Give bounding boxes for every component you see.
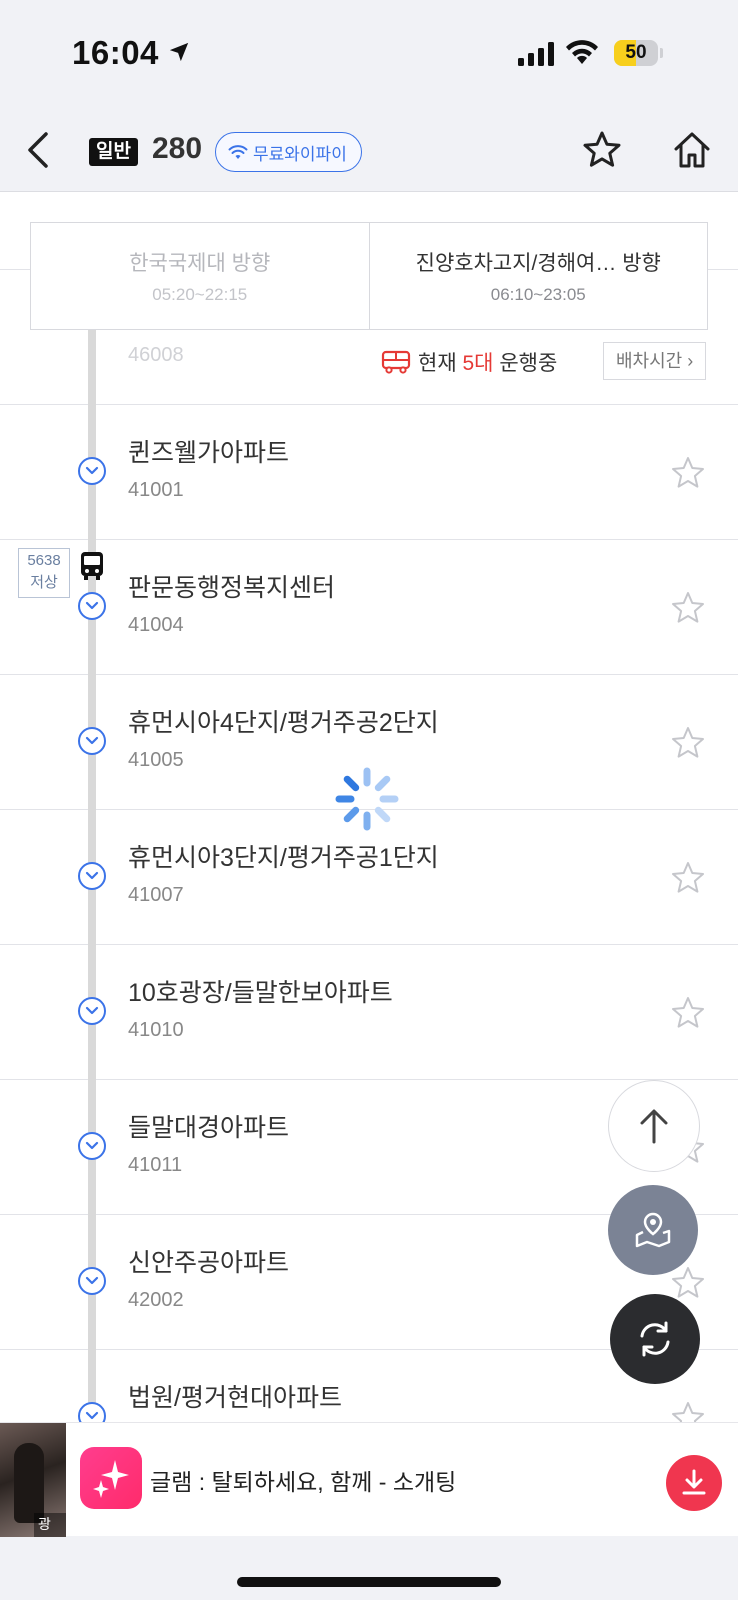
- stop-favorite-star-icon[interactable]: [670, 995, 706, 1031]
- stop-expand-chevron-icon[interactable]: [78, 592, 106, 620]
- stop-favorite-star-icon[interactable]: [670, 860, 706, 896]
- sparkle-app-icon[interactable]: [80, 1447, 142, 1509]
- stop-name: 휴먼시아4단지/평거주공2단지: [128, 709, 439, 737]
- map-pin-icon: [635, 1212, 671, 1248]
- download-button[interactable]: [666, 1455, 722, 1511]
- battery-level-text: 50: [625, 42, 647, 63]
- stop-expand-chevron-icon[interactable]: [78, 727, 106, 755]
- download-icon: [682, 1469, 706, 1495]
- direction-hours: 06:10~23:05: [490, 285, 586, 304]
- stop-id: 42002: [128, 1289, 184, 1311]
- home-icon[interactable]: [672, 130, 712, 170]
- loading-spinner-icon: [335, 767, 399, 831]
- stop-row[interactable]: 10호광장/들말한보아파트 41010: [0, 945, 738, 1080]
- operating-count: 5대: [462, 352, 494, 375]
- stop-favorite-star-icon[interactable]: [670, 725, 706, 761]
- ad-text[interactable]: 글램 : 탈퇴하세요, 함께 - 소개팅: [150, 1463, 456, 1497]
- stop-name: 휴먼시아3단지/평거주공1단지: [128, 844, 439, 872]
- stop-favorite-star-icon[interactable]: [670, 455, 706, 491]
- stop-favorite-star-icon[interactable]: [670, 1265, 706, 1301]
- route-header: 일반 280 무료와이파이: [0, 108, 738, 192]
- stop-id: 41001: [128, 479, 184, 501]
- stop-name: 신안주공아파트: [128, 1249, 290, 1277]
- stop-expand-chevron-icon[interactable]: [78, 1132, 106, 1160]
- stop-name: 법원/평거현대아파트: [128, 1384, 342, 1412]
- bottom-safe-area: [0, 1536, 738, 1600]
- partial-stop-id: 46008: [128, 344, 184, 366]
- operating-suffix: 운행중: [499, 352, 558, 375]
- direction-name: 진양호차고지/경해여… 방향: [415, 252, 661, 275]
- battery-indicator: 50: [614, 40, 663, 66]
- arrow-up-icon: [640, 1109, 668, 1144]
- bus-type-label: 저상: [30, 574, 58, 591]
- direction-tabs: 한국국제대 방향 05:20~22:15 진양호차고지/경해여… 방향 06:1…: [30, 222, 708, 330]
- bus-type-badge: 일반: [89, 138, 138, 166]
- stop-expand-chevron-icon[interactable]: [78, 862, 106, 890]
- partial-stop-row: 46008 현재 5대 운행중 배차시간 ›: [0, 330, 738, 405]
- stop-expand-chevron-icon[interactable]: [78, 997, 106, 1025]
- bus-plate-tag[interactable]: 5638 저상: [18, 548, 70, 598]
- stop-name: 10호광장/들말한보아파트: [128, 979, 393, 1007]
- schedule-button-label: 배차시간: [616, 351, 683, 371]
- stop-name: 들말대경아파트: [128, 1114, 290, 1142]
- free-wifi-chip[interactable]: 무료와이파이: [215, 132, 362, 172]
- operating-prefix: 현재: [418, 352, 457, 375]
- stop-id: 41011: [128, 1154, 183, 1176]
- wifi-icon: [566, 40, 598, 64]
- home-indicator[interactable]: [237, 1577, 501, 1587]
- stop-id: 41004: [128, 614, 184, 636]
- status-bar: 16:04 50: [0, 0, 738, 108]
- bus-position-icon[interactable]: [78, 550, 106, 582]
- stop-id: 41010: [128, 1019, 184, 1041]
- back-icon[interactable]: [20, 128, 60, 172]
- ad-thumbnail[interactable]: 광고: [0, 1423, 66, 1537]
- ad-banner[interactable]: 광고 글램 : 탈퇴하세요, 함께 - 소개팅: [0, 1422, 738, 1537]
- cellular-signal-icon: [518, 42, 554, 66]
- stop-favorite-star-icon[interactable]: [670, 590, 706, 626]
- stop-id: 41005: [128, 749, 184, 771]
- stop-id: 41007: [128, 884, 184, 906]
- refresh-button[interactable]: [610, 1294, 700, 1384]
- direction-tab-1[interactable]: 진양호차고지/경해여… 방향 06:10~23:05: [368, 223, 708, 329]
- route-number: 280: [152, 132, 203, 165]
- favorite-star-icon[interactable]: [582, 130, 622, 170]
- direction-hours: 05:20~22:15: [152, 285, 248, 304]
- stop-expand-chevron-icon[interactable]: [78, 1267, 106, 1295]
- stop-name: 퀸즈웰가아파트: [128, 439, 290, 467]
- bus-icon: [381, 350, 411, 374]
- wifi-icon: [228, 145, 248, 159]
- refresh-icon: [640, 1321, 670, 1357]
- direction-tab-0[interactable]: 한국국제대 방향 05:20~22:15: [31, 223, 369, 329]
- scroll-to-top-button[interactable]: [608, 1080, 700, 1172]
- bus-plate-number: 5638: [27, 552, 61, 569]
- stop-row[interactable]: 퀸즈웰가아파트 41001: [0, 405, 738, 540]
- stop-name: 판문동행정복지센터: [128, 574, 336, 602]
- ad-label: 광고: [34, 1513, 66, 1537]
- free-wifi-label: 무료와이파이: [253, 144, 347, 164]
- stop-row[interactable]: 판문동행정복지센터 41004: [0, 540, 738, 675]
- stop-expand-chevron-icon[interactable]: [78, 457, 106, 485]
- operating-status: 현재 5대 운행중: [381, 347, 557, 377]
- location-arrow-icon: [169, 42, 189, 62]
- status-time: 16:04: [72, 34, 159, 71]
- route-map-button[interactable]: [608, 1185, 698, 1275]
- schedule-button[interactable]: 배차시간 ›: [603, 342, 707, 380]
- direction-name: 한국국제대 방향: [129, 252, 271, 275]
